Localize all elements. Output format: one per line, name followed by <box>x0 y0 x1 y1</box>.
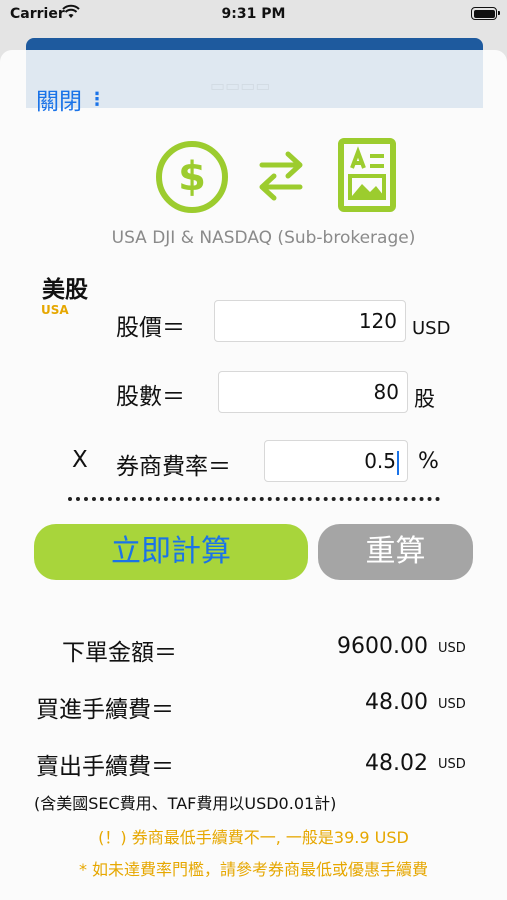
battery-icon <box>471 7 500 20</box>
sell-fee-value: 48.02 <box>365 751 428 776</box>
status-bar: Carrier 9:31 PM <box>0 0 507 30</box>
reset-button[interactable]: 重算 <box>318 524 473 580</box>
sec-fee-note: (含美國SEC費用、TAF費用以USD0.01計) <box>34 794 337 813</box>
order-amount-value: 9600.00 <box>337 634 428 659</box>
sell-fee-label: 賣出手續費＝ <box>36 754 174 780</box>
fee-rate-value: 0.5 <box>364 449 396 473</box>
header-icons: $ <box>156 138 400 216</box>
quantity-label: 股數＝ <box>116 384 185 410</box>
document-icon <box>338 138 396 212</box>
threshold-note: * 如未達費率門檻，請參考券商最低或優惠手續費 <box>78 860 429 879</box>
market-subtitle: USA DJI & NASDAQ (Sub-brokerage) <box>111 228 416 248</box>
buy-fee-unit: USD <box>438 697 466 712</box>
divider <box>68 497 440 501</box>
price-label: 股價＝ <box>116 315 185 341</box>
fee-rate-unit: % <box>418 449 439 474</box>
calculate-button[interactable]: 立即計算 <box>34 524 308 580</box>
buy-fee-label: 買進手續費＝ <box>36 697 174 723</box>
price-input[interactable]: 120 <box>214 300 406 342</box>
dollar-coin-icon: $ <box>156 141 228 213</box>
multiply-sign: X <box>72 447 88 473</box>
market-title: 美股 <box>42 277 88 303</box>
fee-rate-input[interactable]: 0.5 <box>264 440 408 482</box>
order-amount-label: 下單金額＝ <box>62 640 177 666</box>
swap-arrows-icon <box>258 150 304 202</box>
text-cursor <box>397 450 399 475</box>
price-unit: USD <box>412 318 451 339</box>
more-dots-icon: ⋮ <box>88 88 106 110</box>
order-amount-unit: USD <box>438 641 466 656</box>
min-fee-warning: (！) 券商最低手續費不一, 一般是39.9 USD <box>98 828 409 847</box>
market-tag: USA <box>41 303 69 317</box>
fee-rate-label: 券商費率＝ <box>116 454 231 480</box>
close-label: 關閉 <box>36 89 82 115</box>
buy-fee-value: 48.00 <box>365 690 428 715</box>
quantity-unit: 股 <box>414 387 435 411</box>
clock: 9:31 PM <box>221 6 286 22</box>
calculator-sheet: ▭▭▭▭ 關閉 ⋮ $ USA DJI & NASDAQ (Sub-broker… <box>0 50 507 900</box>
sell-fee-unit: USD <box>438 757 466 772</box>
quantity-input[interactable]: 80 <box>218 371 408 413</box>
close-button[interactable]: 關閉 ⋮ <box>36 82 106 116</box>
ghost-content: ▭▭▭▭ <box>210 76 271 95</box>
